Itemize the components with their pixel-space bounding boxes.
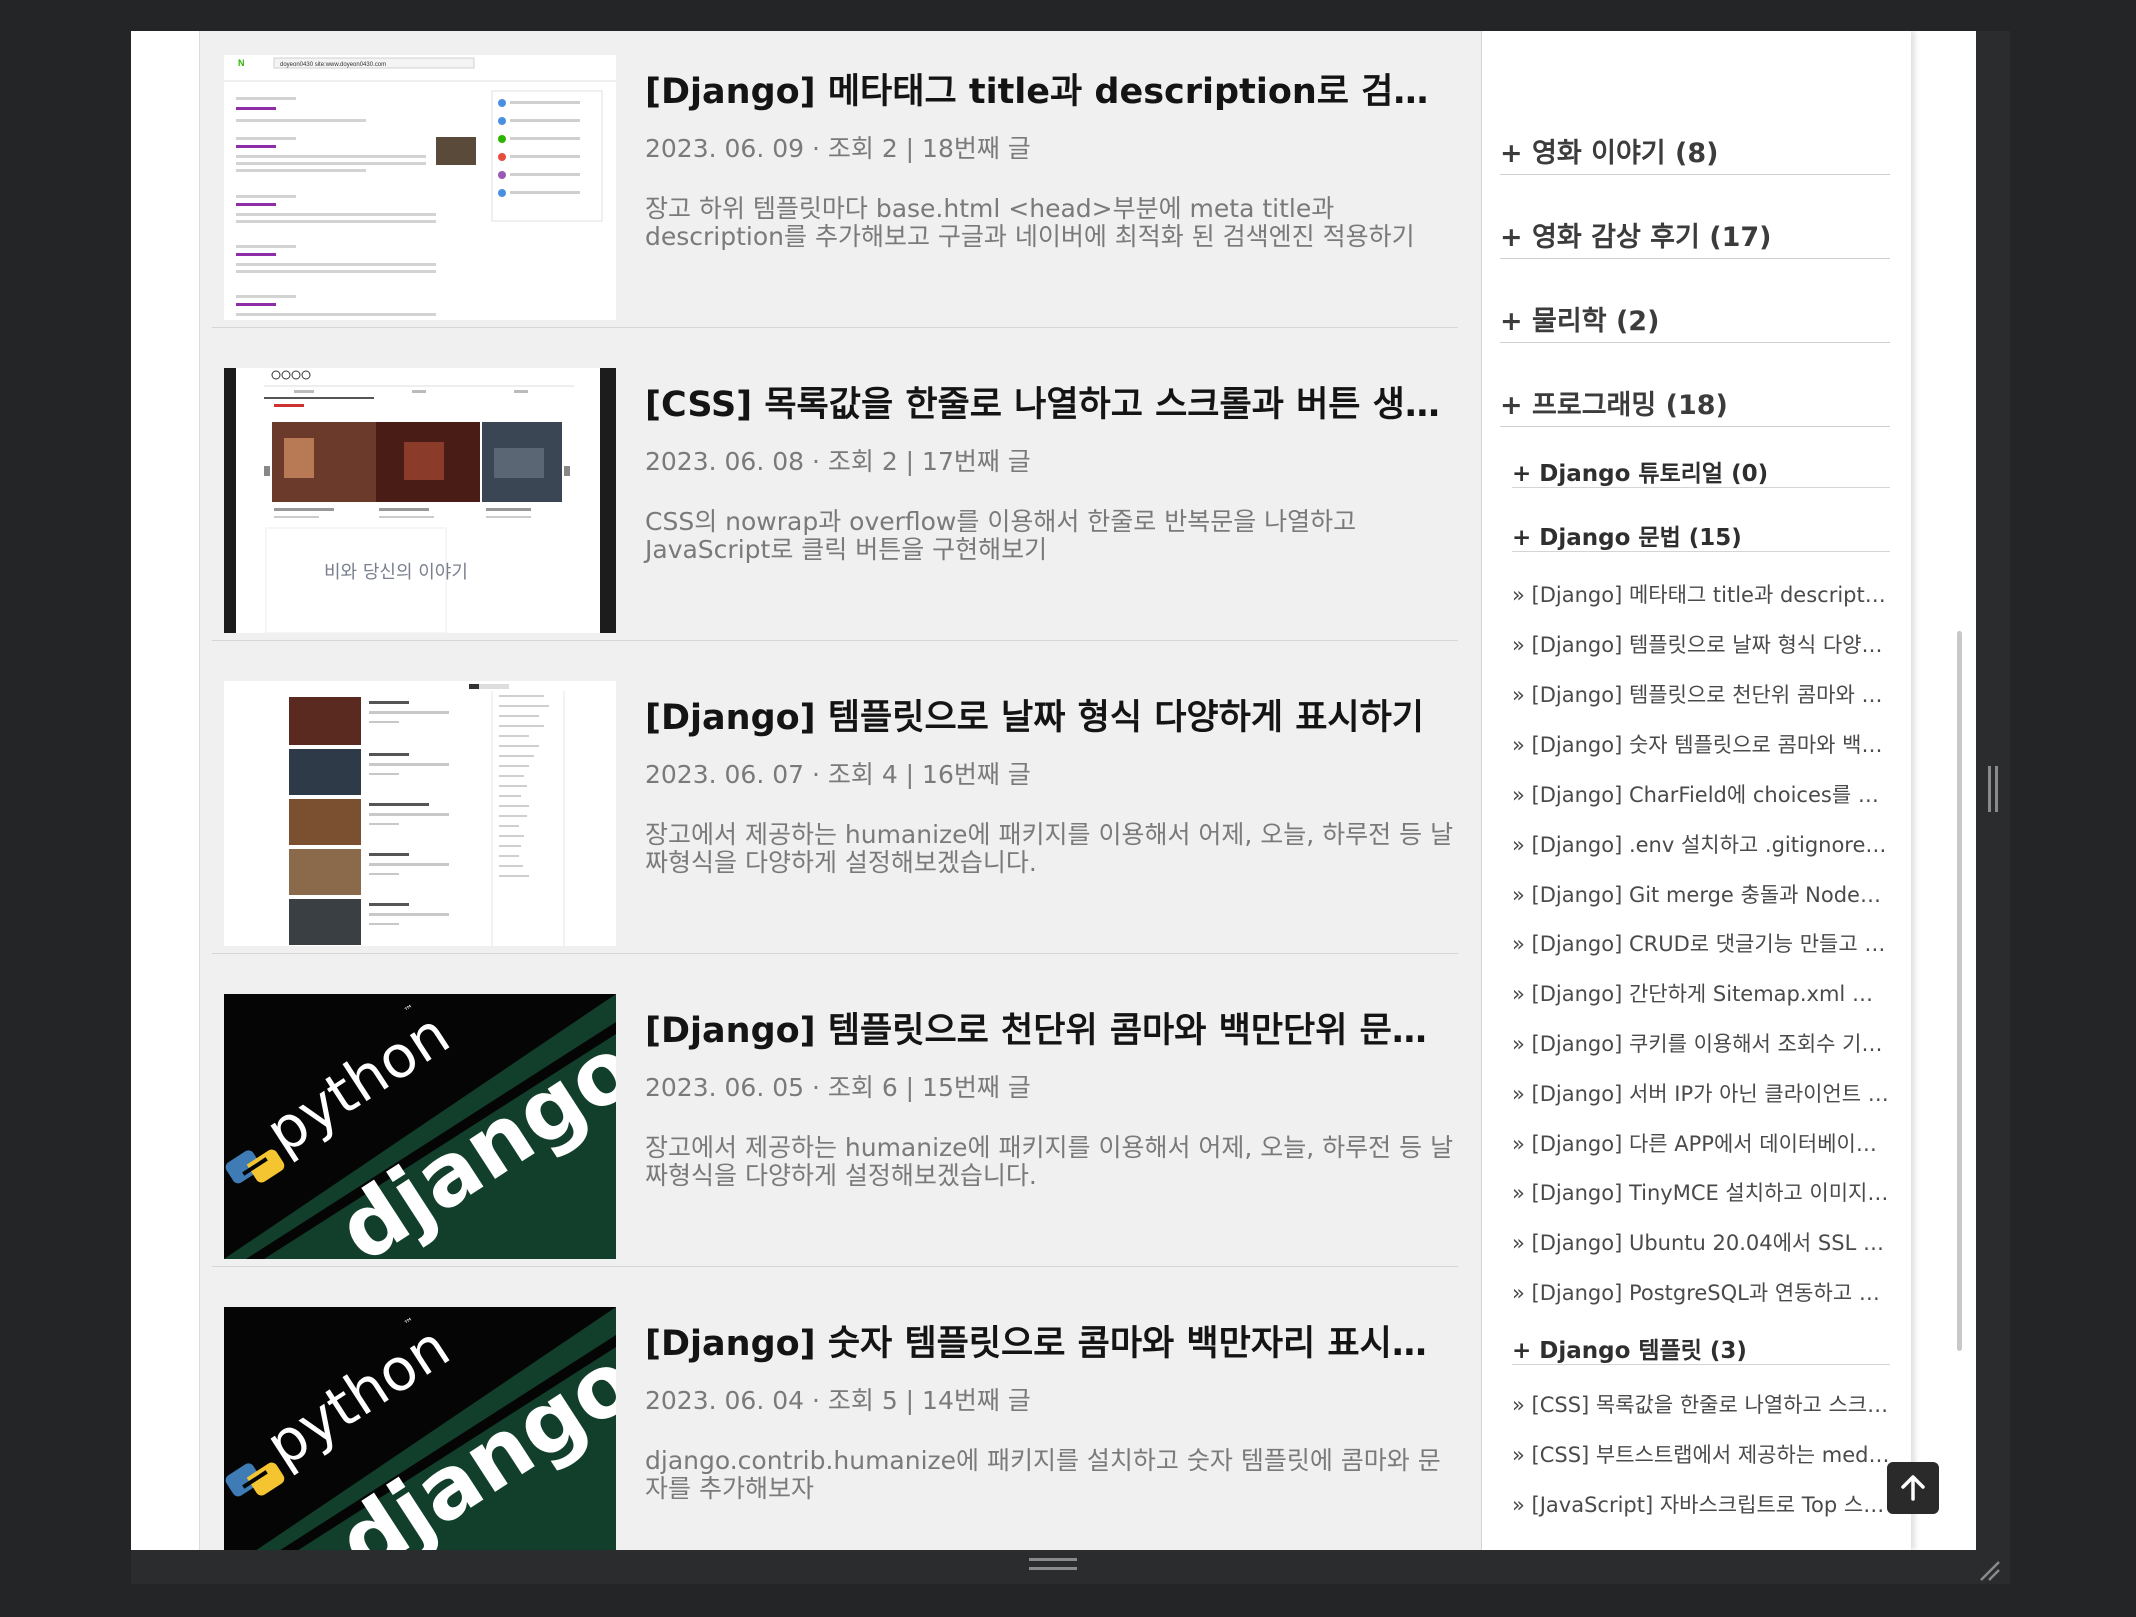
post-list: N doyeon0430 site:www.doyeon0430.com [Dj…	[199, 31, 1481, 1550]
subcategory-django-tutorial[interactable]: + Django 튜토리얼 (0)	[1512, 454, 1890, 488]
python-django-thumb: python ™ django	[224, 994, 616, 1259]
post-description: 장고에서 제공하는 humanize에 패키지를 이용해서 어제, 오늘, 하루…	[645, 820, 1454, 877]
post-title[interactable]: [Django] 템플릿으로 천단위 콤마와 백만단위 문자 표시하기	[645, 1002, 1445, 1053]
sidebar-post-link[interactable]: » [Django] 숫자 템플릿으로 콤마와 백만자리 표시하기	[1512, 729, 1890, 759]
category-movie-review[interactable]: + 영화 감상 후기 (17)	[1500, 215, 1890, 259]
post-thumbnail[interactable]: python ™ django	[224, 1307, 616, 1550]
sidebar-post-link[interactable]: » [Django] 간단하게 Sitemap.xml 프레임워크 적용하기	[1512, 978, 1890, 1008]
page: N doyeon0430 site:www.doyeon0430.com [Dj…	[131, 31, 1976, 1550]
post-title[interactable]: [Django] 숫자 템플릿으로 콤마와 백만자리 표시하기	[645, 1315, 1445, 1366]
post-card[interactable]: N doyeon0430 site:www.doyeon0430.com [Dj…	[212, 31, 1458, 328]
python-django-thumb: python ™ django	[224, 1307, 616, 1550]
post-title[interactable]: [CSS] 목록값을 한줄로 나열하고 스크롤과 버튼 생성하기	[645, 376, 1445, 427]
list-screenshot-thumb	[224, 681, 616, 946]
post-thumbnail[interactable]: N doyeon0430 site:www.doyeon0430.com	[224, 55, 616, 320]
sidebar-post-link[interactable]: » [Django] CharField에 choices를 사용해서 선택 목…	[1512, 779, 1890, 809]
sidebar-post-link[interactable]: » [Django] 서버 IP가 아닌 클라이언트 IP 가져오기	[1512, 1078, 1890, 1108]
post-meta: 2023. 06. 08 · 조회 2 | 17번째 글	[645, 447, 1031, 476]
sidebar-post-link[interactable]: » [Django] TinyMCE 설치하고 이미지 업로드 구현하기	[1512, 1177, 1890, 1207]
post-card[interactable]: [Django] 템플릿으로 날짜 형식 다양하게 표시하기 2023. 06.…	[212, 641, 1458, 954]
sidebar-post-link[interactable]: » [Django] Git merge 충돌과 NodeNotFoundErr…	[1512, 879, 1890, 909]
category-programming[interactable]: + 프로그래밍 (18)	[1500, 383, 1890, 427]
post-description: 장고 하위 템플릿마다 base.html <head>부분에 meta tit…	[645, 194, 1415, 251]
post-description: CSS의 nowrap과 overflow를 이용해서 한줄로 반복문을 나열하…	[645, 507, 1357, 564]
side-resize-handle[interactable]	[1988, 766, 1998, 812]
post-thumbnail[interactable]: 비와 당신의 이야기	[224, 368, 616, 633]
movie-screenshot-thumb: 비와 당신의 이야기	[224, 368, 616, 633]
sidebar-post-link[interactable]: » [JavaScript] 자바스크립트로 Top 스크롤 버튼 만들기	[1512, 1489, 1890, 1519]
post-thumbnail[interactable]: python ™ django	[224, 994, 616, 1259]
page-scrollbar[interactable]	[1957, 631, 1962, 1351]
search-screenshot-thumb: N doyeon0430 site:www.doyeon0430.com	[224, 55, 616, 320]
post-description: django.contrib.humanize에 패키지를 설치하고 숫자 템플…	[645, 1446, 1441, 1503]
subcategory-django-syntax[interactable]: + Django 문법 (15)	[1512, 518, 1890, 552]
scroll-to-top-button[interactable]	[1887, 1462, 1939, 1514]
post-card[interactable]: python ™ django [Django] 숫자 템플릿으로 콤마와 백만…	[212, 1267, 1458, 1550]
post-title[interactable]: [Django] 템플릿으로 날짜 형식 다양하게 표시하기	[645, 689, 1445, 740]
post-meta: 2023. 06. 07 · 조회 4 | 16번째 글	[645, 760, 1031, 789]
bottom-resize-grip[interactable]	[1029, 1558, 1077, 1570]
sidebar-post-link[interactable]: » [Django] 쿠키를 이용해서 조회수 기능 구현하기	[1512, 1028, 1890, 1058]
arrow-up-icon	[1901, 1475, 1925, 1501]
sidebar-post-link[interactable]: » [Django] 메타태그 title과 description로 검색엔진…	[1512, 579, 1890, 609]
post-meta: 2023. 06. 09 · 조회 2 | 18번째 글	[645, 134, 1031, 163]
sidebar-post-link[interactable]: » [Django] .env 설치하고 .gitignore로 비밀키 숨기기	[1512, 829, 1890, 859]
post-meta: 2023. 06. 04 · 조회 5 | 14번째 글	[645, 1386, 1031, 1415]
thumb-search-text: doyeon0430 site:www.doyeon0430.com	[280, 62, 386, 68]
resize-handle-icon[interactable]	[1979, 1560, 2001, 1582]
svg-text:N: N	[238, 58, 245, 68]
post-card[interactable]: 비와 당신의 이야기 [CSS] 목록값을 한줄로 나열하고 스크롤과 버튼 생…	[212, 328, 1458, 641]
category-movie-story[interactable]: + 영화 이야기 (8)	[1500, 131, 1890, 175]
thumb-movie-text: 비와 당신의 이야기	[324, 562, 468, 583]
sidebar-post-link[interactable]: » [Django] 템플릿으로 날짜 형식 다양하게 표시하기	[1512, 629, 1890, 659]
subcategory-django-template[interactable]: + Django 템플릿 (3)	[1512, 1331, 1890, 1365]
sidebar-post-link[interactable]: » [Django] 템플릿으로 천단위 콤마와 백만단위 문자 표시하기	[1512, 679, 1890, 709]
browser-frame: N doyeon0430 site:www.doyeon0430.com [Dj…	[131, 31, 2010, 1584]
category-physics[interactable]: + 물리학 (2)	[1500, 299, 1890, 343]
post-thumbnail[interactable]	[224, 681, 616, 946]
post-title[interactable]: [Django] 메타태그 title과 description로 검색엔진 적…	[645, 63, 1445, 114]
sidebar-post-link[interactable]: » [CSS] 부트스트랩에서 제공하는 media 쿼리 적용하기	[1512, 1439, 1890, 1469]
sidebar-post-link[interactable]: » [Django] 다른 APP에서 데이터베이스 가져오기	[1512, 1128, 1890, 1158]
sidebar-post-link[interactable]: » [Django] PostgreSQL과 연동하고 AWS에 배포하기	[1512, 1277, 1890, 1307]
post-description: 장고에서 제공하는 humanize에 패키지를 이용해서 어제, 오늘, 하루…	[645, 1133, 1454, 1190]
category-sidebar: + 영화 이야기 (8) + 영화 감상 후기 (17) + 물리학 (2) +…	[1481, 31, 1911, 1550]
post-card[interactable]: python ™ django [Django] 템플릿으로 천단위 콤마와 백…	[212, 954, 1458, 1267]
sidebar-post-link[interactable]: » [CSS] 목록값을 한줄로 나열하고 스크롤과 버튼 생성하기	[1512, 1389, 1890, 1419]
window-bottom-bar	[131, 1550, 2010, 1584]
sidebar-post-link[interactable]: » [Django] Ubuntu 20.04에서 SSL 인증서 적용하기	[1512, 1227, 1890, 1257]
sidebar-post-link[interactable]: » [Django] CRUD로 댓글기능 만들고 자바스크립트로 구현하기	[1512, 928, 1890, 958]
post-meta: 2023. 06. 05 · 조회 6 | 15번째 글	[645, 1073, 1031, 1102]
